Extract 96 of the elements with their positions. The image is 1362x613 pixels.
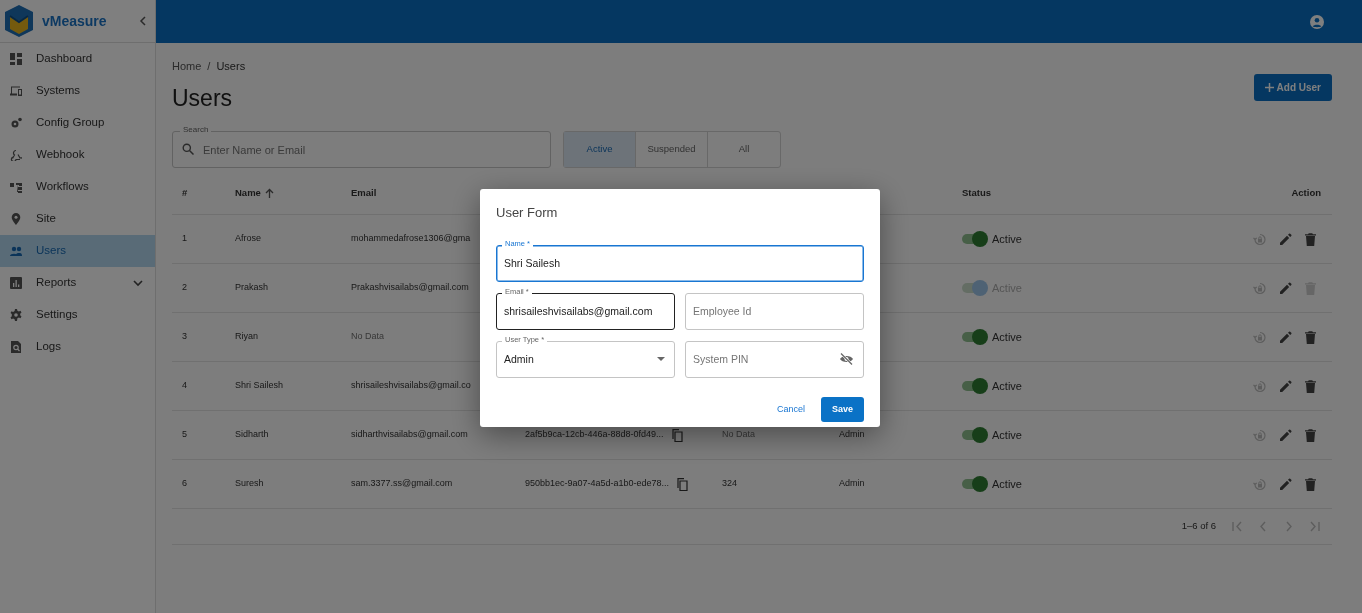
sort-arrow-icon[interactable] bbox=[264, 188, 274, 199]
column-header[interactable]: Name bbox=[235, 186, 261, 198]
table-cell: 2af5b9ca-12cb-446a-88d8-0fd49... bbox=[525, 428, 664, 442]
table-cell: shrisaileshvisailabs@gmail.co bbox=[351, 380, 471, 391]
sidebar-item[interactable]: Site bbox=[0, 203, 155, 235]
table-cell: Suresh bbox=[235, 478, 264, 489]
input-field[interactable]: System PIN bbox=[685, 340, 864, 378]
copy-icon[interactable] bbox=[671, 428, 683, 442]
row-number: 2 bbox=[182, 282, 187, 293]
logo-icon bbox=[4, 4, 34, 38]
workflow-icon bbox=[10, 181, 22, 193]
filter-tab[interactable]: All bbox=[708, 132, 780, 167]
status-toggle[interactable] bbox=[962, 332, 986, 342]
edit-icon[interactable] bbox=[1279, 428, 1292, 442]
search-icon bbox=[182, 143, 194, 155]
bar-chart-icon bbox=[10, 277, 22, 289]
chevron-down-icon bbox=[133, 279, 143, 287]
edit-icon[interactable] bbox=[1279, 477, 1292, 491]
table-cell: Riyan bbox=[235, 331, 258, 342]
filter-tab[interactable]: Suspended bbox=[636, 132, 708, 167]
table-cell: Shri Sailesh bbox=[235, 380, 284, 391]
save-button[interactable]: Save bbox=[820, 396, 864, 422]
sidebar-item[interactable]: Users bbox=[0, 235, 155, 267]
column-header: Status bbox=[962, 186, 992, 198]
row-number: 6 bbox=[182, 478, 187, 489]
settings-icon bbox=[10, 309, 22, 321]
gears-icon bbox=[10, 117, 22, 129]
breadcrumb-link[interactable]: Users bbox=[216, 58, 246, 75]
edit-icon[interactable] bbox=[1279, 281, 1292, 295]
cancel-button[interactable]: Cancel bbox=[770, 401, 811, 417]
plus-icon bbox=[1264, 83, 1274, 92]
table-cell: No Data bbox=[351, 331, 385, 342]
add-user-button[interactable]: Add User bbox=[1253, 74, 1332, 101]
status-label: Active bbox=[992, 476, 1022, 492]
app-name: vMeasure bbox=[42, 11, 108, 31]
delete-icon[interactable] bbox=[1305, 330, 1316, 344]
sidebar-item[interactable]: Dashboard bbox=[0, 43, 155, 75]
edit-icon[interactable] bbox=[1279, 232, 1292, 246]
sidebar-item[interactable]: Settings bbox=[0, 299, 155, 331]
table-cell: Prakashvisailabs@gmail.com bbox=[351, 282, 469, 293]
table-cell: 324 bbox=[722, 478, 738, 489]
collapse-icon[interactable] bbox=[139, 16, 147, 26]
table-cell: sidharthvisailabs@gmail.com bbox=[351, 429, 468, 440]
dialog-title: User Form bbox=[496, 204, 559, 222]
account-icon[interactable] bbox=[1310, 14, 1324, 29]
column-header: # bbox=[182, 186, 188, 198]
status-toggle[interactable] bbox=[962, 381, 986, 391]
column-header: Action bbox=[1291, 186, 1321, 198]
eye-off-icon[interactable] bbox=[839, 352, 854, 366]
row-number: 5 bbox=[182, 429, 187, 440]
delete-icon[interactable] bbox=[1305, 428, 1316, 442]
breadcrumb-link[interactable]: Home bbox=[172, 58, 202, 75]
sidebar-item[interactable]: Config Group bbox=[0, 107, 155, 139]
status-toggle[interactable] bbox=[962, 430, 986, 440]
dashboard-icon bbox=[10, 53, 22, 65]
copy-icon[interactable] bbox=[677, 477, 689, 491]
status-label: Active bbox=[992, 329, 1022, 345]
sidebar-item[interactable]: Logs bbox=[0, 331, 155, 363]
row-number: 1 bbox=[182, 233, 187, 244]
table-cell: 950bb1ec-9a07-4a5d-a1b0-ede78... bbox=[525, 477, 670, 491]
page-title: Users bbox=[172, 83, 234, 113]
table-cell: Admin bbox=[839, 478, 865, 489]
column-header: Email bbox=[351, 186, 377, 198]
status-toggle[interactable] bbox=[962, 479, 986, 489]
delete-icon[interactable] bbox=[1305, 477, 1316, 491]
table-cell: Afrose bbox=[235, 233, 261, 244]
breadcrumb-separator: / bbox=[207, 59, 211, 74]
sidebar-item[interactable]: Workflows bbox=[0, 171, 155, 203]
table-cell: mohammedafrose1306@gma bbox=[351, 233, 471, 244]
table-cell: Sidharth bbox=[235, 429, 269, 440]
row-number: 3 bbox=[182, 331, 187, 342]
location-icon bbox=[10, 213, 22, 225]
row-number: 4 bbox=[182, 380, 187, 391]
input-field[interactable]: Employee Id bbox=[685, 292, 864, 330]
people-icon bbox=[10, 245, 22, 257]
log-search-icon bbox=[10, 341, 22, 353]
dropdown-caret-icon bbox=[657, 357, 665, 361]
table-cell: Prakash bbox=[235, 282, 269, 293]
sidebar-item[interactable]: Systems bbox=[0, 75, 155, 107]
status-label: Active bbox=[992, 427, 1022, 443]
search-field[interactable]: Enter Name or Email bbox=[172, 131, 551, 168]
edit-icon[interactable] bbox=[1279, 379, 1292, 393]
sidebar-item[interactable]: Reports bbox=[0, 267, 155, 299]
delete-icon[interactable] bbox=[1305, 379, 1316, 393]
edit-icon[interactable] bbox=[1279, 330, 1292, 344]
table-cell: Admin bbox=[839, 429, 865, 440]
delete-icon[interactable] bbox=[1305, 232, 1316, 246]
status-toggle[interactable] bbox=[962, 234, 986, 244]
table-cell: sam.3377.ss@gmail.com bbox=[351, 478, 453, 489]
status-label: Active bbox=[992, 378, 1022, 394]
pagination-range: 1–6 of 6 bbox=[1181, 519, 1216, 534]
status-label: Active bbox=[992, 231, 1022, 247]
sidebar-item[interactable]: Webhook bbox=[0, 139, 155, 171]
field-label: Search bbox=[180, 125, 212, 135]
filter-tab[interactable]: Active bbox=[564, 132, 636, 167]
devices-icon bbox=[10, 85, 22, 97]
